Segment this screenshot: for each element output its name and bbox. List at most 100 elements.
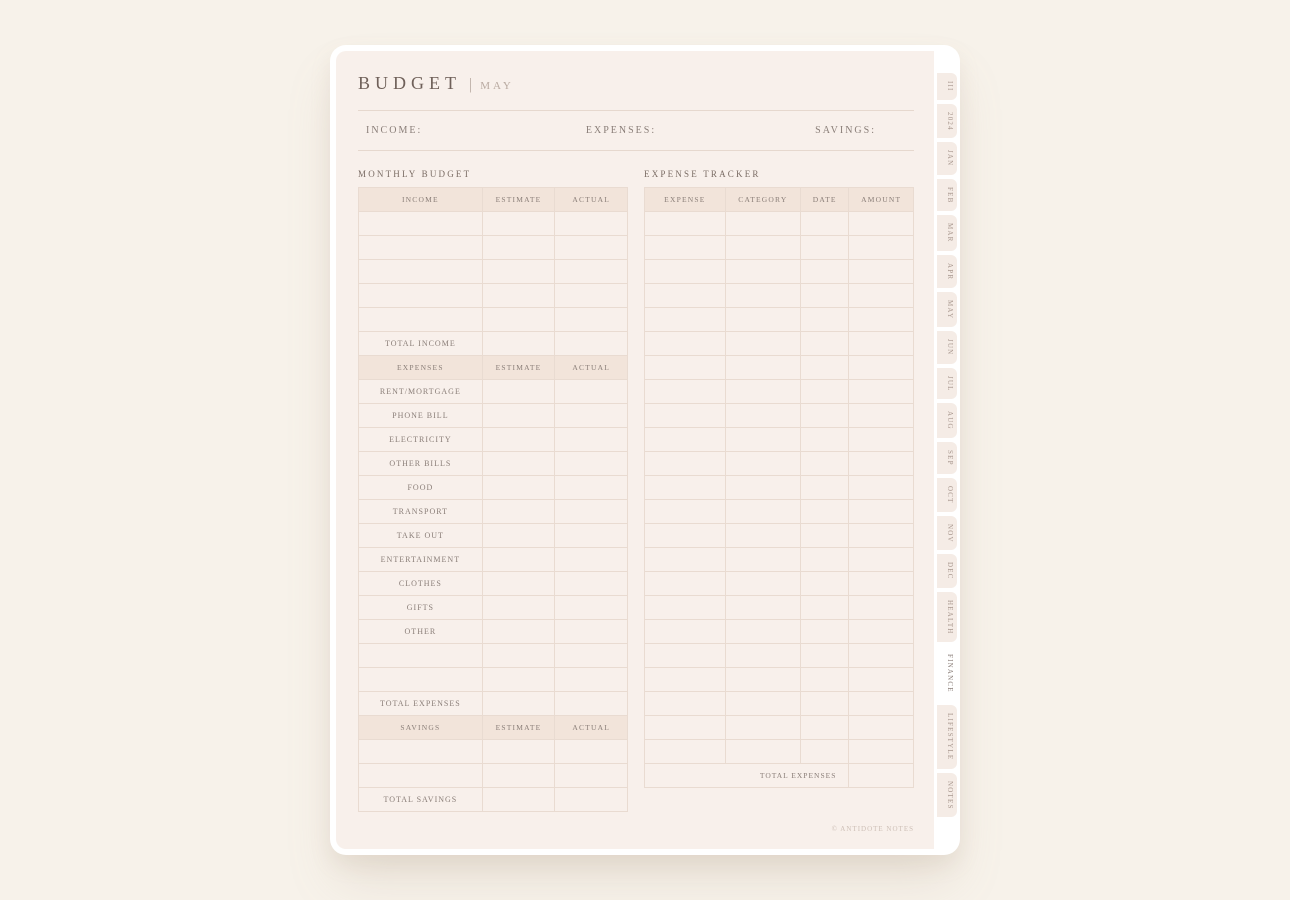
expense-row-estimate[interactable] [482,620,555,644]
tracker-cell-category[interactable] [725,620,800,644]
expense-row-label[interactable]: GIFTS [359,596,483,620]
savings-row-estimate[interactable] [482,740,555,764]
tracker-cell-amount[interactable] [849,212,914,236]
tracker-cell-amount[interactable] [849,524,914,548]
income-row-label[interactable] [359,236,483,260]
tracker-cell-expense[interactable] [645,404,726,428]
tracker-cell-category[interactable] [725,284,800,308]
tracker-cell-date[interactable] [801,668,849,692]
tracker-cell-amount[interactable] [849,332,914,356]
expense-row-actual[interactable] [555,452,628,476]
savings-row-actual[interactable] [555,764,628,788]
tracker-cell-amount[interactable] [849,356,914,380]
tab-sep[interactable]: SEP [937,442,957,474]
total-savings-estimate[interactable] [482,788,555,812]
expense-row-label[interactable] [359,668,483,692]
tracker-cell-amount[interactable] [849,428,914,452]
savings-row-label[interactable] [359,740,483,764]
tab-aug[interactable]: AUG [937,403,957,438]
tab-jun[interactable]: JUN [937,331,957,363]
income-row-label[interactable] [359,260,483,284]
tracker-cell-date[interactable] [801,620,849,644]
tab-feb[interactable]: FEB [937,179,957,211]
income-row-label[interactable] [359,284,483,308]
tracker-cell-expense[interactable] [645,572,726,596]
tracker-cell-expense[interactable] [645,668,726,692]
tracker-cell-date[interactable] [801,380,849,404]
tracker-cell-date[interactable] [801,740,849,764]
tracker-cell-expense[interactable] [645,332,726,356]
tab-oct[interactable]: OCT [937,478,957,512]
tracker-cell-amount[interactable] [849,500,914,524]
tracker-cell-expense[interactable] [645,452,726,476]
tracker-cell-category[interactable] [725,692,800,716]
tracker-cell-amount[interactable] [849,716,914,740]
tracker-cell-amount[interactable] [849,404,914,428]
income-row-actual[interactable] [555,236,628,260]
income-row-actual[interactable] [555,308,628,332]
tracker-cell-date[interactable] [801,692,849,716]
income-row-estimate[interactable] [482,236,555,260]
expense-row-actual[interactable] [555,476,628,500]
tracker-cell-expense[interactable] [645,596,726,620]
tracker-cell-category[interactable] [725,428,800,452]
tracker-cell-expense[interactable] [645,356,726,380]
tracker-cell-amount[interactable] [849,596,914,620]
tracker-cell-date[interactable] [801,212,849,236]
expense-row-label[interactable]: FOOD [359,476,483,500]
tracker-cell-expense[interactable] [645,620,726,644]
expense-row-label[interactable] [359,644,483,668]
income-row-estimate[interactable] [482,284,555,308]
tracker-cell-expense[interactable] [645,716,726,740]
savings-row-actual[interactable] [555,740,628,764]
tracker-cell-expense[interactable] [645,500,726,524]
tracker-cell-date[interactable] [801,284,849,308]
tracker-cell-date[interactable] [801,596,849,620]
tab-apr[interactable]: APR [937,255,957,288]
tracker-cell-category[interactable] [725,476,800,500]
tracker-cell-expense[interactable] [645,380,726,404]
savings-row-estimate[interactable] [482,764,555,788]
tracker-cell-expense[interactable] [645,284,726,308]
tracker-cell-category[interactable] [725,572,800,596]
income-row-estimate[interactable] [482,308,555,332]
expense-row-label[interactable]: PHONE BILL [359,404,483,428]
tracker-cell-date[interactable] [801,404,849,428]
expense-row-actual[interactable] [555,596,628,620]
total-savings-actual[interactable] [555,788,628,812]
income-row-actual[interactable] [555,212,628,236]
tracker-cell-date[interactable] [801,500,849,524]
tab-jan[interactable]: JAN [937,142,957,174]
tracker-cell-category[interactable] [725,740,800,764]
expense-row-estimate[interactable] [482,380,555,404]
expense-row-estimate[interactable] [482,668,555,692]
tracker-cell-date[interactable] [801,332,849,356]
expense-row-label[interactable]: RENT/MORTGAGE [359,380,483,404]
expense-row-label[interactable]: TAKE OUT [359,524,483,548]
total-expenses-estimate[interactable] [482,692,555,716]
tracker-cell-expense[interactable] [645,236,726,260]
expense-row-label[interactable]: ELECTRICITY [359,428,483,452]
tab-dec[interactable]: DEC [937,554,957,588]
summary-income[interactable]: INCOME: [366,125,536,136]
expense-row-actual[interactable] [555,380,628,404]
tracker-cell-expense[interactable] [645,740,726,764]
total-expenses-actual[interactable] [555,692,628,716]
tracker-cell-expense[interactable] [645,548,726,572]
tracker-cell-amount[interactable] [849,284,914,308]
tracker-cell-amount[interactable] [849,452,914,476]
tracker-cell-category[interactable] [725,596,800,620]
tracker-cell-expense[interactable] [645,428,726,452]
income-row-label[interactable] [359,212,483,236]
income-row-actual[interactable] [555,260,628,284]
expense-row-estimate[interactable] [482,428,555,452]
tracker-cell-date[interactable] [801,236,849,260]
expense-row-actual[interactable] [555,620,628,644]
tracker-cell-date[interactable] [801,428,849,452]
tracker-cell-amount[interactable] [849,572,914,596]
expense-row-actual[interactable] [555,548,628,572]
tracker-cell-category[interactable] [725,332,800,356]
savings-row-label[interactable] [359,764,483,788]
tracker-cell-expense[interactable] [645,524,726,548]
income-row-label[interactable] [359,308,483,332]
